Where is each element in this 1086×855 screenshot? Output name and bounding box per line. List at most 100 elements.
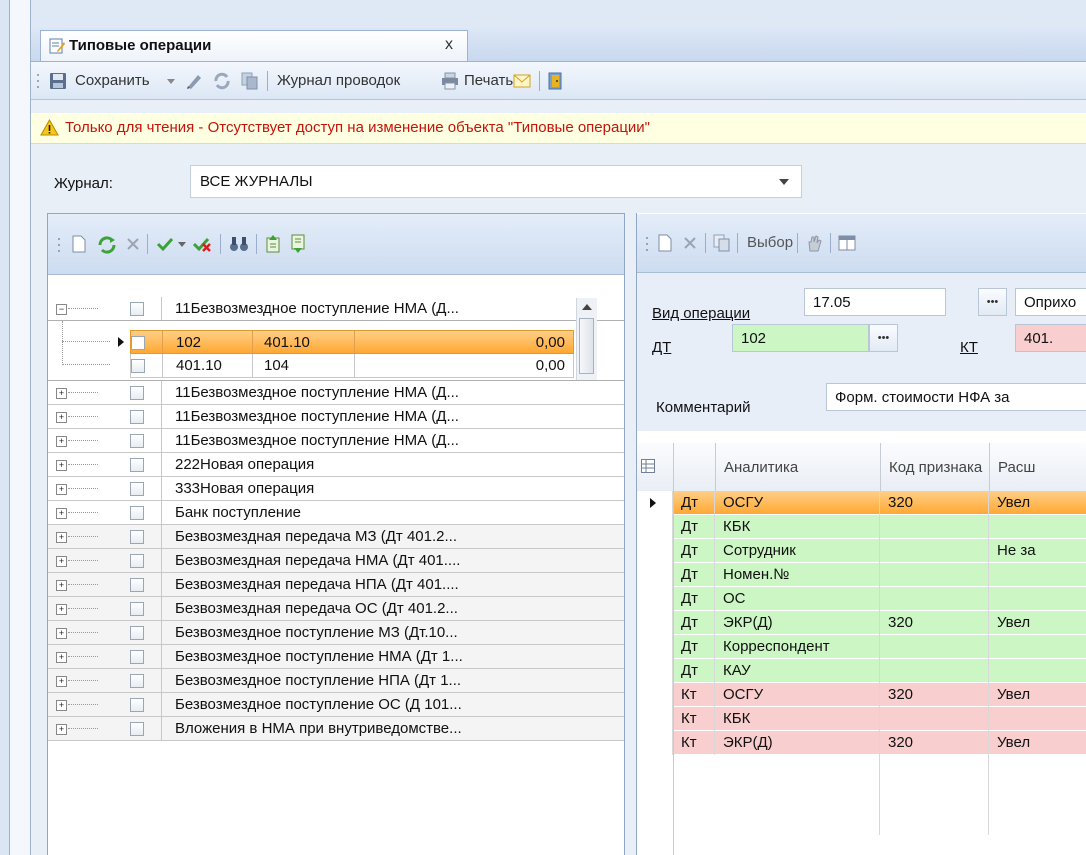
tree-node[interactable]: + Безвозмездная передача НПА (Дт 401.... bbox=[48, 573, 624, 597]
copy-doc-icon[interactable] bbox=[241, 72, 259, 90]
tree-node[interactable]: + Безвозмездное поступление НПА (Дт 1... bbox=[48, 669, 624, 693]
tree-node[interactable]: + Безвозмездное поступление ОС (Д 101... bbox=[48, 693, 624, 717]
operation-type-code-field[interactable]: 17.05 bbox=[804, 288, 946, 316]
save-button[interactable]: Сохранить bbox=[75, 72, 150, 89]
save-dropdown-icon[interactable] bbox=[167, 79, 175, 84]
email-icon[interactable] bbox=[513, 74, 531, 88]
expand-icon[interactable]: + bbox=[56, 676, 67, 687]
edit-pencil-icon[interactable] bbox=[185, 72, 203, 90]
import-icon[interactable] bbox=[289, 234, 307, 254]
tree-node[interactable]: +11Безвозмездное поступление НМА (Д... bbox=[48, 405, 624, 429]
scroll-up-icon[interactable] bbox=[582, 304, 592, 310]
chevron-down-icon[interactable] bbox=[779, 179, 789, 185]
expand-icon[interactable]: + bbox=[56, 412, 67, 423]
comment-field[interactable]: Форм. стоимости НФА за bbox=[826, 383, 1086, 411]
expand-icon[interactable]: + bbox=[56, 628, 67, 639]
dt-account-field[interactable]: 102 bbox=[732, 324, 869, 352]
binoculars-icon[interactable] bbox=[229, 235, 249, 253]
tree-node[interactable]: +11Безвозмездное поступление НМА (Д... bbox=[48, 429, 624, 453]
row-checkbox[interactable] bbox=[130, 482, 144, 496]
row-checkbox[interactable] bbox=[130, 530, 144, 544]
operation-type-ellipsis-button[interactable]: ••• bbox=[978, 288, 1007, 316]
expand-icon[interactable]: + bbox=[56, 652, 67, 663]
expand-icon[interactable]: + bbox=[56, 532, 67, 543]
panel-splitter[interactable] bbox=[625, 213, 636, 855]
select-button[interactable]: Выбор bbox=[747, 234, 793, 251]
sub-grid-scrollbar[interactable] bbox=[576, 298, 597, 380]
row-checkbox[interactable] bbox=[130, 302, 144, 316]
delete-icon[interactable] bbox=[126, 237, 140, 251]
tree-node[interactable]: + Вложения в НМА при внутриведомстве... bbox=[48, 717, 624, 741]
analytics-row[interactable]: Дт Сотрудник Не за bbox=[637, 539, 1086, 563]
row-checkbox[interactable] bbox=[130, 674, 144, 688]
row-checkbox[interactable] bbox=[130, 554, 144, 568]
column-chooser-header[interactable] bbox=[637, 443, 674, 491]
expand-icon[interactable]: + bbox=[56, 556, 67, 567]
check-icon[interactable] bbox=[156, 236, 174, 252]
tree-node[interactable]: + Безвозмездное поступление НМА (Дт 1... bbox=[48, 645, 624, 669]
row-checkbox[interactable] bbox=[130, 506, 144, 520]
print-button[interactable]: Печать bbox=[464, 72, 513, 89]
row-checkbox[interactable] bbox=[130, 410, 144, 424]
sub-row[interactable]: 401.10 104 0,00 bbox=[130, 354, 574, 378]
expand-icon[interactable]: + bbox=[56, 700, 67, 711]
row-checkbox[interactable] bbox=[130, 650, 144, 664]
kt-account-field[interactable]: 401. bbox=[1015, 324, 1086, 352]
analytics-row[interactable]: Кт ЭКР(Д) 320 Увел bbox=[637, 731, 1086, 755]
print-icon[interactable] bbox=[441, 72, 459, 90]
expand-icon[interactable]: + bbox=[56, 460, 67, 471]
journal-select[interactable]: ВСЕ ЖУРНАЛЫ bbox=[190, 165, 802, 198]
side-column-header[interactable] bbox=[673, 443, 716, 491]
expand-icon[interactable]: + bbox=[56, 580, 67, 591]
analytics-row[interactable]: Дт ОС bbox=[637, 587, 1086, 611]
expand-icon[interactable]: + bbox=[56, 604, 67, 615]
analytics-row[interactable]: Дт Корреспондент bbox=[637, 635, 1086, 659]
row-checkbox[interactable] bbox=[131, 359, 145, 373]
tree-node[interactable]: +11Безвозмездное поступление НМА (Д... bbox=[48, 381, 624, 405]
analytics-row[interactable]: Дт Номен.№ bbox=[637, 563, 1086, 587]
row-checkbox[interactable] bbox=[130, 722, 144, 736]
tree-node-expanded[interactable]: − 11Безвозмездное поступление НМА (Д... bbox=[48, 297, 624, 321]
row-checkbox[interactable] bbox=[130, 458, 144, 472]
check-dropdown-icon[interactable] bbox=[178, 242, 186, 247]
tree-node[interactable]: +222Новая операция bbox=[48, 453, 624, 477]
row-checkbox[interactable] bbox=[130, 698, 144, 712]
column-header-code[interactable]: Код признака bbox=[880, 443, 990, 491]
expand-icon[interactable]: + bbox=[56, 508, 67, 519]
window-icon[interactable] bbox=[838, 234, 856, 252]
scroll-thumb[interactable] bbox=[579, 318, 594, 374]
refresh-icon[interactable] bbox=[213, 72, 231, 90]
delete-icon[interactable] bbox=[683, 236, 697, 250]
tab-typical-operations[interactable]: Типовые операции x bbox=[40, 30, 468, 61]
tree-node[interactable]: +333Новая операция bbox=[48, 477, 624, 501]
save-icon[interactable] bbox=[49, 72, 67, 90]
analytics-row[interactable]: Дт КАУ bbox=[637, 659, 1086, 683]
tree-node[interactable]: + Банк поступление bbox=[48, 501, 624, 525]
export-icon[interactable] bbox=[264, 234, 282, 254]
sub-row-selected[interactable]: 102 401.10 0,00 bbox=[130, 330, 574, 354]
operation-type-link[interactable]: Вид операции bbox=[652, 305, 750, 322]
kt-account-link[interactable]: КТ bbox=[960, 339, 978, 356]
expand-icon[interactable]: + bbox=[56, 388, 67, 399]
new-document-icon[interactable] bbox=[657, 234, 673, 252]
hand-icon[interactable] bbox=[805, 234, 823, 252]
column-header-analytics[interactable]: Аналитика bbox=[715, 443, 881, 491]
grid-icon[interactable] bbox=[641, 459, 655, 473]
row-checkbox[interactable] bbox=[130, 578, 144, 592]
dt-account-ellipsis-button[interactable]: ••• bbox=[869, 324, 898, 352]
expand-icon[interactable]: + bbox=[56, 724, 67, 735]
analytics-row[interactable]: Дт ОСГУ 320 Увел bbox=[637, 491, 1086, 515]
new-document-icon[interactable] bbox=[71, 235, 87, 253]
row-checkbox[interactable] bbox=[131, 336, 145, 350]
analytics-row[interactable]: Кт КБК bbox=[637, 707, 1086, 731]
column-header-ext[interactable]: Расш bbox=[989, 443, 1086, 491]
row-checkbox[interactable] bbox=[130, 434, 144, 448]
row-checkbox[interactable] bbox=[130, 626, 144, 640]
dt-account-link[interactable]: ДТ bbox=[652, 339, 671, 356]
operation-type-name-field[interactable]: Оприхо bbox=[1015, 288, 1086, 316]
tree-node[interactable]: + Безвозмездная передача ОС (Дт 401.2... bbox=[48, 597, 624, 621]
row-checkbox[interactable] bbox=[130, 602, 144, 616]
expand-icon[interactable]: + bbox=[56, 436, 67, 447]
row-checkbox[interactable] bbox=[130, 386, 144, 400]
analytics-row[interactable]: Дт ЭКР(Д) 320 Увел bbox=[637, 611, 1086, 635]
